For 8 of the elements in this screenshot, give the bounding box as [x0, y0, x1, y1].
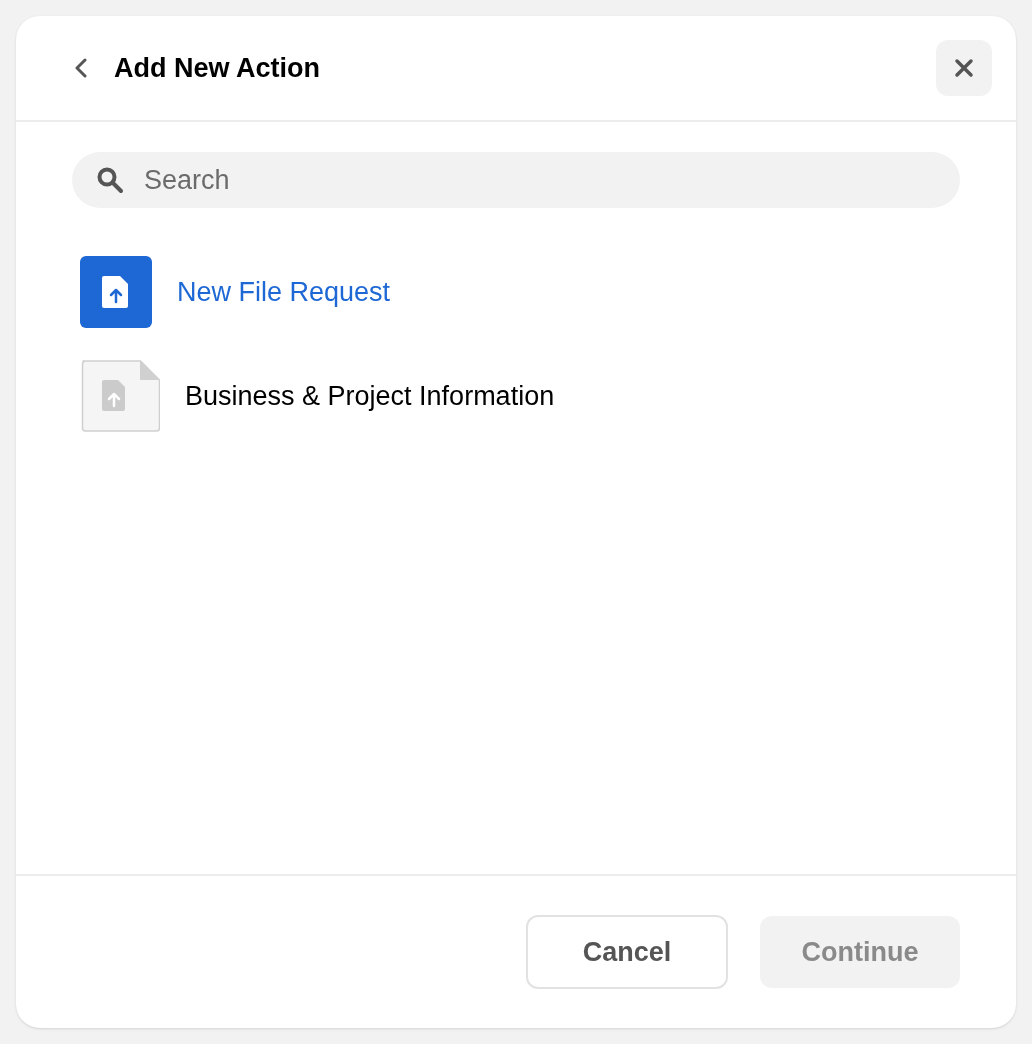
cancel-button[interactable]: Cancel — [526, 915, 728, 989]
action-item[interactable]: New File Request — [80, 256, 960, 328]
close-button[interactable] — [936, 40, 992, 96]
close-icon — [954, 58, 974, 78]
dialog-title: Add New Action — [114, 51, 320, 85]
action-item[interactable]: Business & Project Information — [80, 360, 960, 432]
back-icon[interactable] — [74, 58, 88, 78]
search-field[interactable]: Search — [72, 152, 960, 208]
